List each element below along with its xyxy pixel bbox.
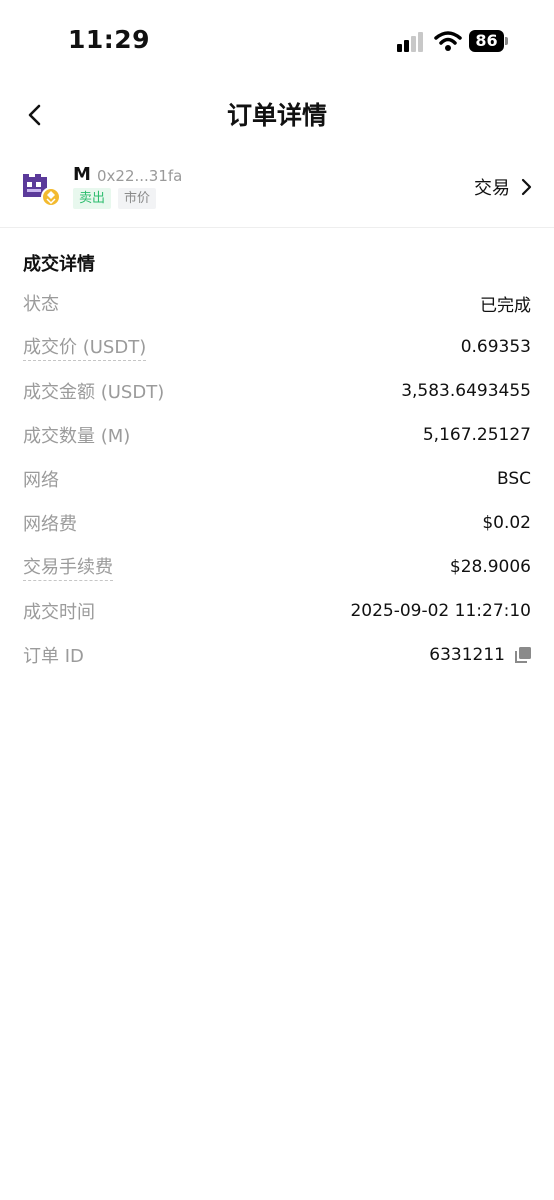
detail-label: 成交金额 (USDT) (23, 382, 165, 403)
side-tag: 卖出 (73, 188, 112, 209)
order-type-tag: 市价 (118, 188, 157, 209)
order-id-value: 6331211 (429, 645, 531, 665)
detail-label: 成交数量 (M) (23, 426, 131, 447)
copy-icon[interactable] (515, 647, 531, 663)
detail-label[interactable]: 成交价 (USDT) (23, 333, 147, 361)
detail-value: 已完成 (480, 295, 531, 316)
trade-button[interactable]: 交易 (474, 174, 532, 200)
detail-row-status: 状态 已完成 (23, 281, 531, 325)
detail-value: 0.69353 (460, 337, 531, 357)
wifi-icon (434, 31, 462, 51)
detail-value: $28.9006 (449, 557, 531, 577)
detail-row-order-id: 订单 ID 6331211 (23, 633, 531, 677)
detail-value: $0.02 (482, 513, 531, 533)
detail-row-trading-fee: 交易手续费 $28.9006 (23, 545, 531, 589)
page-title: 订单详情 (226, 101, 327, 130)
detail-label: 网络费 (23, 514, 77, 535)
detail-value: 3,583.6493455 (401, 381, 531, 401)
detail-value: 5,167.25127 (422, 425, 531, 445)
detail-label: 状态 (23, 294, 59, 315)
token-symbol: M (73, 164, 91, 185)
section-title: 成交详情 (23, 254, 95, 275)
token-header: M 0x22...31fa 卖出 市价 交易 (0, 160, 554, 226)
detail-list: 状态 已完成 成交价 (USDT) 0.69353 成交金额 (USDT) 3,… (23, 281, 531, 677)
detail-label: 成交时间 (23, 602, 95, 623)
signal-icon (397, 32, 423, 52)
nav-bar: 订单详情 (0, 90, 554, 140)
status-bar: 11:29 86 (0, 0, 554, 80)
detail-value: 2025-09-02 11:27:10 (350, 601, 531, 621)
divider (0, 227, 554, 228)
battery-tip (505, 37, 508, 45)
token-address: 0x22...31fa (97, 167, 183, 185)
token-logo-icon (23, 174, 61, 207)
detail-row-price: 成交价 (USDT) 0.69353 (23, 325, 531, 369)
detail-row-network-fee: 网络费 $0.02 (23, 501, 531, 545)
detail-value: BSC (496, 469, 531, 489)
trade-label: 交易 (474, 178, 510, 199)
detail-row-quantity: 成交数量 (M) 5,167.25127 (23, 413, 531, 457)
detail-label: 网络 (23, 470, 59, 491)
detail-row-amount: 成交金额 (USDT) 3,583.6493455 (23, 369, 531, 413)
detail-label: 订单 ID (23, 646, 84, 667)
status-time: 11:29 (68, 25, 151, 54)
battery-level: 86 (469, 30, 504, 52)
detail-row-network: 网络 BSC (23, 457, 531, 501)
detail-row-time: 成交时间 2025-09-02 11:27:10 (23, 589, 531, 633)
battery-icon: 86 (469, 30, 509, 52)
chevron-right-icon (521, 178, 532, 196)
detail-label[interactable]: 交易手续费 (23, 553, 113, 581)
order-id-text: 6331211 (429, 645, 505, 665)
